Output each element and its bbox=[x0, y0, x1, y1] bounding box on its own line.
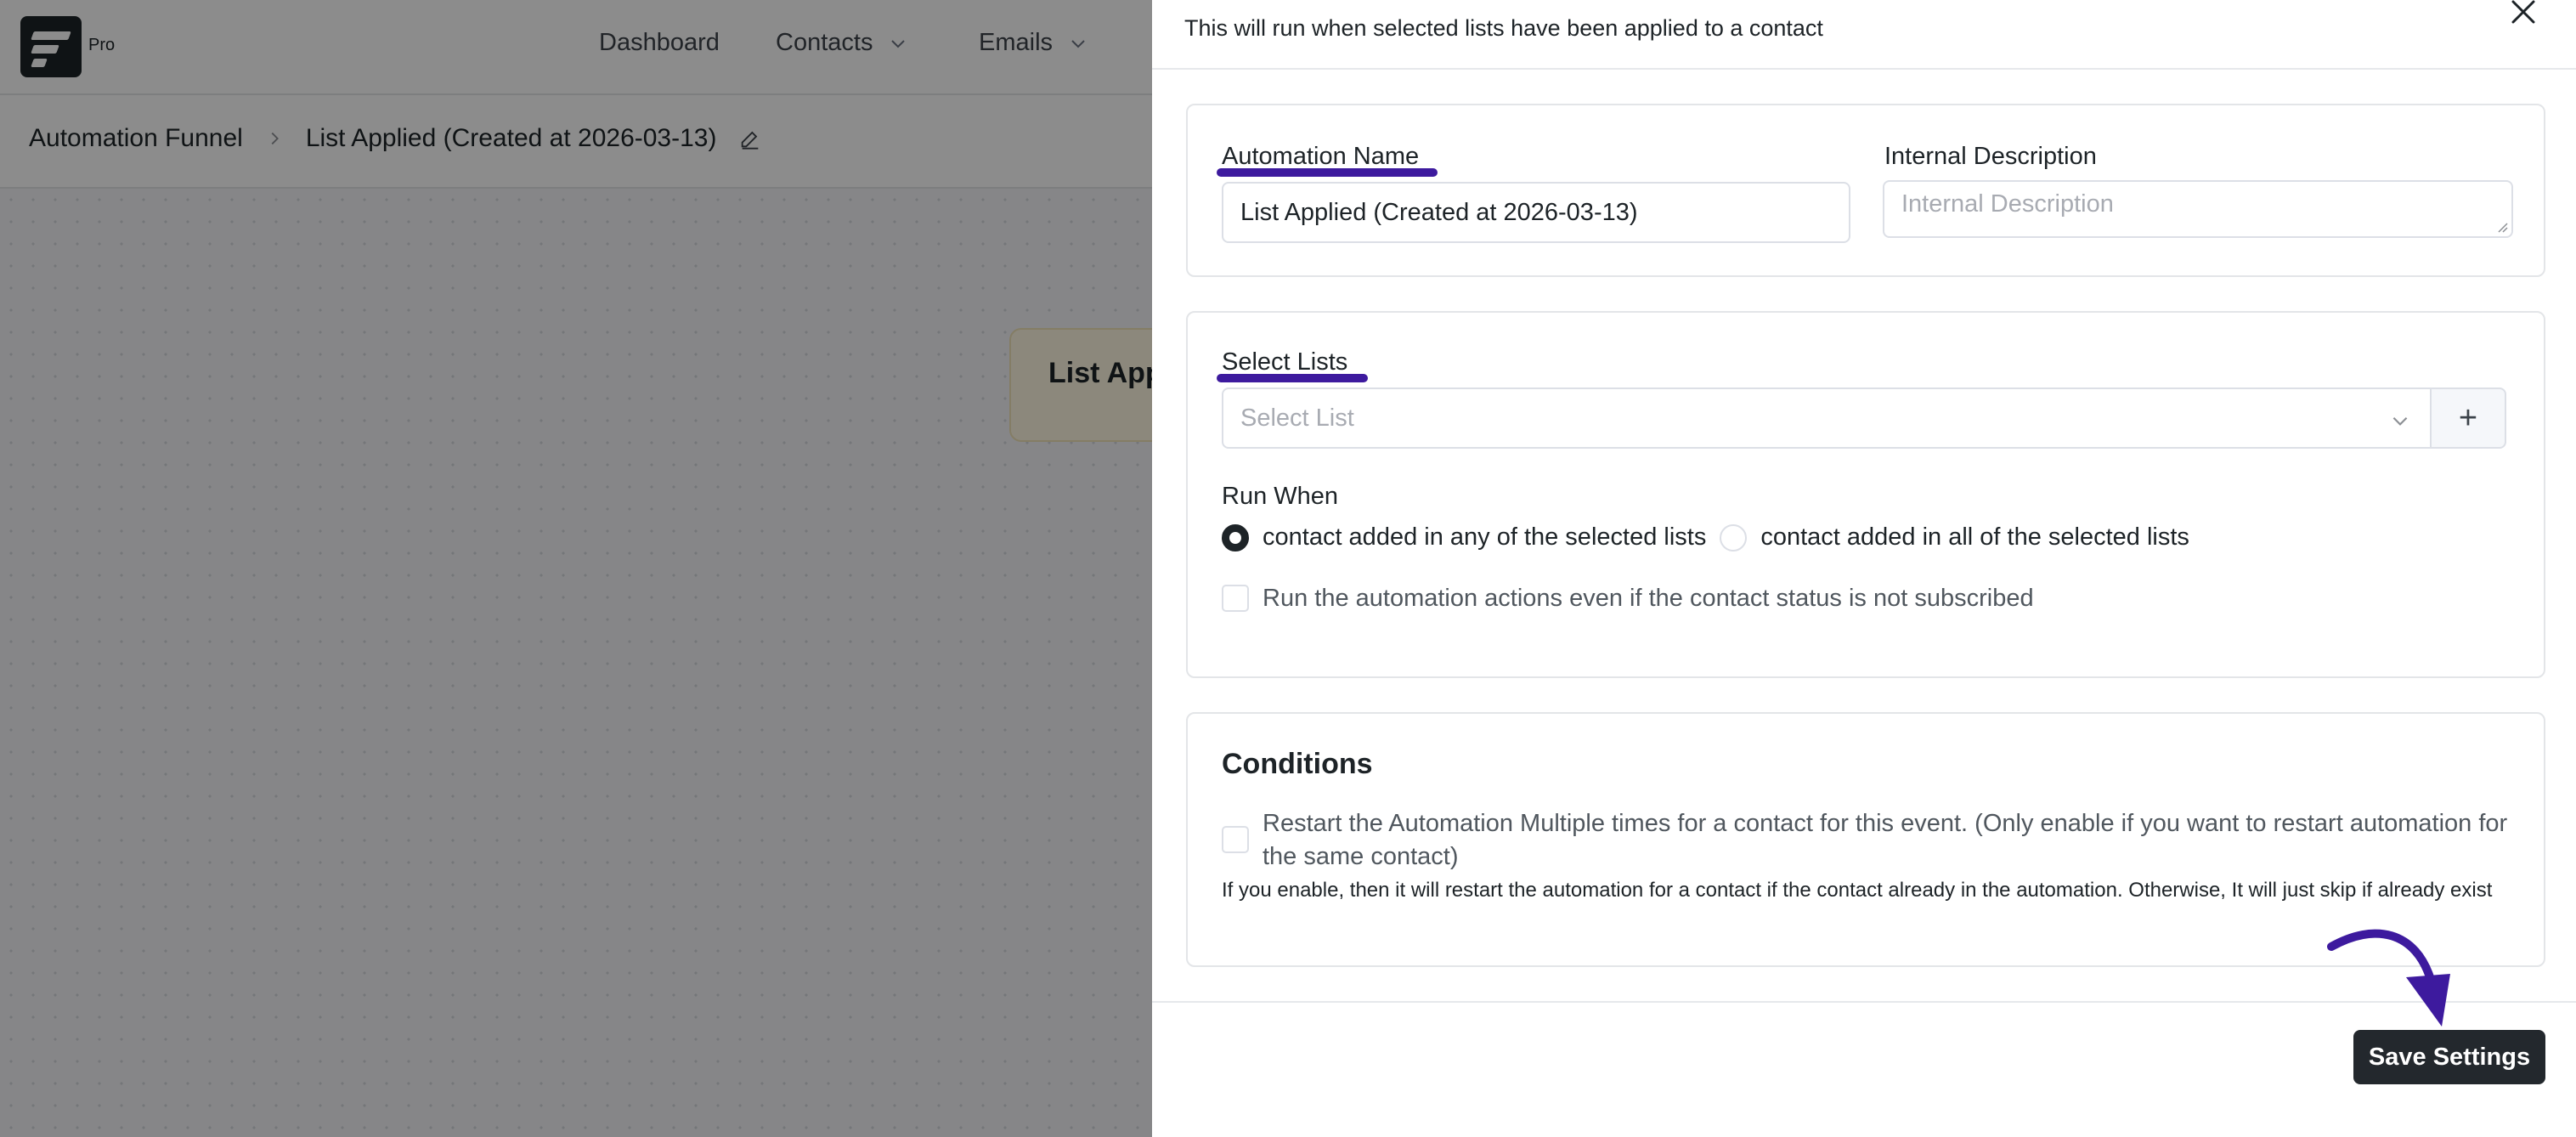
select-lists-placeholder: Select List bbox=[1240, 404, 1354, 432]
modal-backdrop[interactable] bbox=[0, 0, 1152, 1137]
plus-icon: + bbox=[2458, 399, 2478, 436]
save-settings-button[interactable]: Save Settings bbox=[2353, 1030, 2545, 1084]
select-lists-control: Select List + bbox=[1222, 387, 2506, 449]
add-list-button[interactable]: + bbox=[2430, 387, 2506, 449]
automation-name-value: List Applied (Created at 2026-03-13) bbox=[1240, 198, 1638, 226]
internal-description-label: Internal Description bbox=[1884, 143, 2097, 170]
general-settings-card: Automation Name List Applied (Created at… bbox=[1186, 104, 2545, 277]
close-icon[interactable] bbox=[2506, 0, 2540, 29]
trigger-settings-drawer: This will run when selected lists have b… bbox=[1152, 0, 2576, 1137]
radio-any-lists[interactable] bbox=[1222, 523, 1249, 552]
radio-any-lists-label[interactable]: contact added in any of the selected lis… bbox=[1263, 523, 1706, 552]
conditions-title: Conditions bbox=[1222, 748, 1373, 780]
select-lists-dropdown[interactable]: Select List bbox=[1222, 387, 2432, 449]
run-unsubscribed-label[interactable]: Run the automation actions even if the c… bbox=[1263, 585, 2034, 613]
run-unsubscribed-option: Run the automation actions even if the c… bbox=[1222, 585, 2034, 613]
restart-automation-option: Restart the Automation Multiple times fo… bbox=[1222, 807, 2513, 874]
save-settings-label: Save Settings bbox=[2368, 1043, 2531, 1071]
list-settings-card: Select Lists Select List + Run When cont… bbox=[1186, 311, 2545, 678]
chevron-down-icon bbox=[2392, 416, 2408, 426]
automation-name-input[interactable]: List Applied (Created at 2026-03-13) bbox=[1222, 182, 1850, 243]
run-unsubscribed-checkbox[interactable] bbox=[1222, 585, 1249, 612]
restart-automation-checkbox[interactable] bbox=[1222, 826, 1249, 853]
restart-help-text: If you enable, then it will restart the … bbox=[1222, 879, 2493, 902]
drawer-header: This will run when selected lists have b… bbox=[1152, 0, 2576, 70]
drawer-description: This will run when selected lists have b… bbox=[1184, 15, 1823, 41]
annotation-underline bbox=[1217, 374, 1368, 382]
radio-all-lists-label[interactable]: contact added in all of the selected lis… bbox=[1760, 523, 2189, 552]
select-lists-label: Select Lists bbox=[1222, 348, 1348, 376]
internal-description-placeholder: Internal Description bbox=[1901, 190, 2114, 218]
restart-automation-label[interactable]: Restart the Automation Multiple times fo… bbox=[1263, 807, 2513, 874]
annotation-arrow-icon bbox=[2327, 929, 2450, 1027]
radio-all-lists[interactable] bbox=[1720, 523, 1748, 552]
annotation-underline bbox=[1217, 168, 1438, 177]
resize-handle-icon[interactable] bbox=[2494, 219, 2508, 233]
run-when-label: Run When bbox=[1222, 483, 1339, 510]
run-when-options: contact added in any of the selected lis… bbox=[1222, 523, 2189, 552]
automation-name-label: Automation Name bbox=[1222, 143, 1420, 170]
internal-description-textarea[interactable]: Internal Description bbox=[1883, 180, 2513, 238]
